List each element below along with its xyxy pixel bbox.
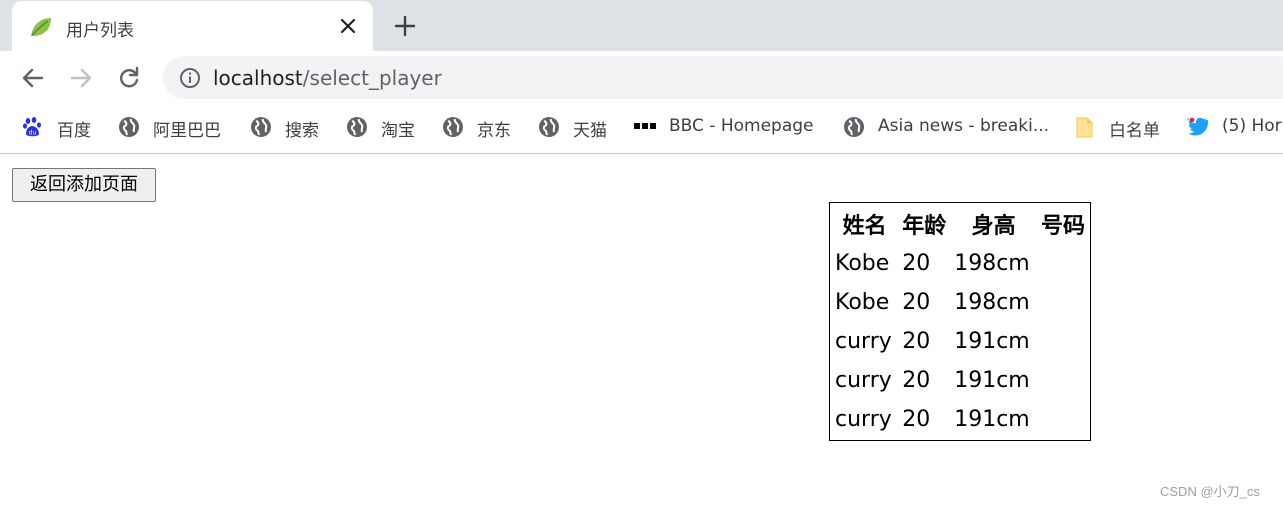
reload-icon[interactable] xyxy=(116,65,142,91)
toolbar-divider xyxy=(0,153,1283,154)
bookmark-label: 阿里巴巴 xyxy=(153,121,221,141)
new-tab-plus-icon[interactable] xyxy=(393,14,417,38)
cell-name: Kobe xyxy=(835,251,890,276)
column-header-number: 号码 xyxy=(1041,214,1086,239)
twitter-icon xyxy=(1187,117,1209,136)
cell-height: 191cm xyxy=(954,407,1030,432)
baidu-paw-icon: du xyxy=(23,117,41,137)
tab-title: 用户列表 xyxy=(66,21,134,41)
table-row: curry 20 191cm xyxy=(832,401,1088,438)
globe-icon xyxy=(119,117,139,137)
back-arrow-icon[interactable] xyxy=(20,65,46,91)
bookmark-label: 天猫 xyxy=(573,121,607,141)
globe-icon xyxy=(844,117,864,137)
bookmark-label: (5) Hor xyxy=(1222,116,1282,136)
cell-age: 20 xyxy=(902,407,931,432)
table-row: Kobe 20 198cm xyxy=(832,245,1088,282)
cell-name: curry xyxy=(835,329,892,354)
bbc-icon xyxy=(634,123,656,129)
leaf-icon xyxy=(31,18,51,36)
bookmark-label: 淘宝 xyxy=(381,121,415,141)
bookmark-label: 京东 xyxy=(477,121,511,141)
bookmark-label: BBC - Homepage xyxy=(669,116,814,136)
table-row: Kobe 20 198cm xyxy=(832,284,1088,321)
close-icon[interactable] xyxy=(338,16,358,36)
cell-height: 191cm xyxy=(954,329,1030,354)
bookmarks-bar: du 百度 阿里巴巴 搜索 淘宝 京东 天猫 BBC - Homepage As… xyxy=(0,105,1283,151)
csdn-watermark: CSDN @小刀_cs xyxy=(1160,484,1260,499)
address-bar[interactable]: localhost/select_player xyxy=(163,56,1283,99)
url-host: localhost xyxy=(213,66,303,90)
cell-age: 20 xyxy=(902,290,931,315)
browser-toolbar: localhost/select_player xyxy=(0,51,1283,105)
bookmark-label: 白名单 xyxy=(1109,121,1160,141)
cell-height: 198cm xyxy=(954,290,1030,315)
column-header-height: 身高 xyxy=(971,214,1016,239)
cell-age: 20 xyxy=(902,329,931,354)
svg-text:du: du xyxy=(29,130,37,137)
globe-icon xyxy=(539,117,559,137)
globe-icon xyxy=(347,117,367,137)
bookmark-label: 搜索 xyxy=(285,121,319,141)
cell-name: Kobe xyxy=(835,290,890,315)
tab-strip: 用户列表 xyxy=(0,0,1283,51)
table-header-row: 姓名 年龄 身高 号码 xyxy=(832,205,1088,243)
back-to-add-page-button[interactable]: 返回添加页面 xyxy=(12,168,156,202)
cell-number xyxy=(1038,362,1088,399)
cell-name: curry xyxy=(835,368,892,393)
table-row: curry 20 191cm xyxy=(832,323,1088,360)
cell-age: 20 xyxy=(902,251,931,276)
bookmark-label: 百度 xyxy=(57,121,91,141)
table-row: curry 20 191cm xyxy=(832,362,1088,399)
info-icon[interactable] xyxy=(179,67,201,89)
cell-number xyxy=(1038,284,1088,321)
cell-number xyxy=(1038,323,1088,360)
player-table: 姓名 年龄 身高 号码 Kobe 20 198cm Kobe 20 198cm … xyxy=(829,202,1091,441)
bookmark-label: Asia news - breaki... xyxy=(878,116,1050,136)
globe-icon xyxy=(443,117,463,137)
cell-number xyxy=(1038,401,1088,438)
url-text[interactable]: localhost/select_player xyxy=(213,66,442,90)
folder-icon xyxy=(1076,117,1093,138)
cell-height: 191cm xyxy=(954,368,1030,393)
cell-name: curry xyxy=(835,407,892,432)
cell-age: 20 xyxy=(902,368,931,393)
url-path: /select_player xyxy=(302,66,442,90)
active-tab[interactable]: 用户列表 xyxy=(12,1,373,51)
cell-height: 198cm xyxy=(954,251,1030,276)
column-header-age: 年龄 xyxy=(902,214,947,239)
forward-arrow-icon[interactable] xyxy=(68,65,94,91)
column-header-name: 姓名 xyxy=(842,214,887,239)
globe-icon xyxy=(251,117,271,137)
cell-number xyxy=(1038,245,1088,282)
